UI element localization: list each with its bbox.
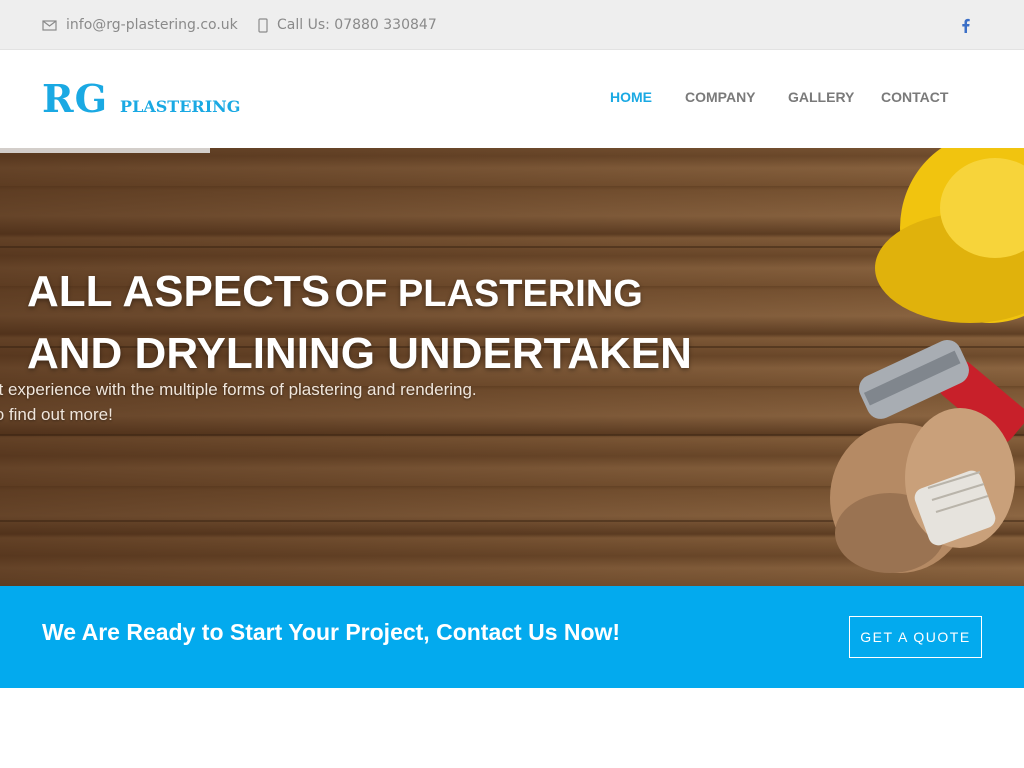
hero-subtitle-line1: st experience with the multiple forms of…: [0, 380, 477, 399]
facebook-icon: [961, 18, 970, 33]
topbar-email[interactable]: info@rg-plastering.co.uk: [42, 0, 238, 50]
topbar-phone[interactable]: Call Us: 07880 330847: [258, 0, 437, 50]
topbar-phone-text: Call Us: 07880 330847: [277, 17, 437, 33]
topbar-email-text: info@rg-plastering.co.uk: [66, 17, 238, 33]
envelope-icon: [42, 19, 57, 31]
tools-image: [830, 148, 1024, 573]
nav-item-company[interactable]: COMPANY: [685, 89, 756, 105]
hero-subtitle: st experience with the multiple forms of…: [0, 377, 530, 427]
hero-progress-bar: [0, 148, 210, 153]
hero-title: ALL ASPECTS OF PLASTERING AND DRYLINING …: [27, 266, 747, 380]
hero-banner: ALL ASPECTS OF PLASTERING AND DRYLINING …: [0, 148, 1024, 586]
facebook-link[interactable]: [957, 15, 973, 35]
cta-text: We Are Ready to Start Your Project, Cont…: [42, 619, 621, 645]
phone-icon: [258, 17, 268, 33]
main-nav: HOME COMPANY GALLERY CONTACT: [0, 89, 1024, 111]
hero-subtitle-line2: to find out more!: [0, 405, 113, 424]
topbar: info@rg-plastering.co.uk Call Us: 07880 …: [0, 0, 1024, 50]
hero-title-line2: AND DRYLINING UNDERTAKEN: [27, 329, 692, 378]
hero-title-part2: OF PLASTERING: [334, 273, 643, 315]
nav-item-contact[interactable]: CONTACT: [881, 89, 948, 105]
nav-item-home[interactable]: HOME: [610, 89, 652, 105]
get-quote-button[interactable]: GET A QUOTE: [849, 616, 982, 658]
hero-title-part1: ALL ASPECTS: [27, 267, 331, 316]
header: RG PLASTERING HOME COMPANY GALLERY CONTA…: [0, 51, 1024, 148]
nav-item-gallery[interactable]: GALLERY: [788, 89, 854, 105]
cta-band: We Are Ready to Start Your Project, Cont…: [0, 586, 1024, 688]
